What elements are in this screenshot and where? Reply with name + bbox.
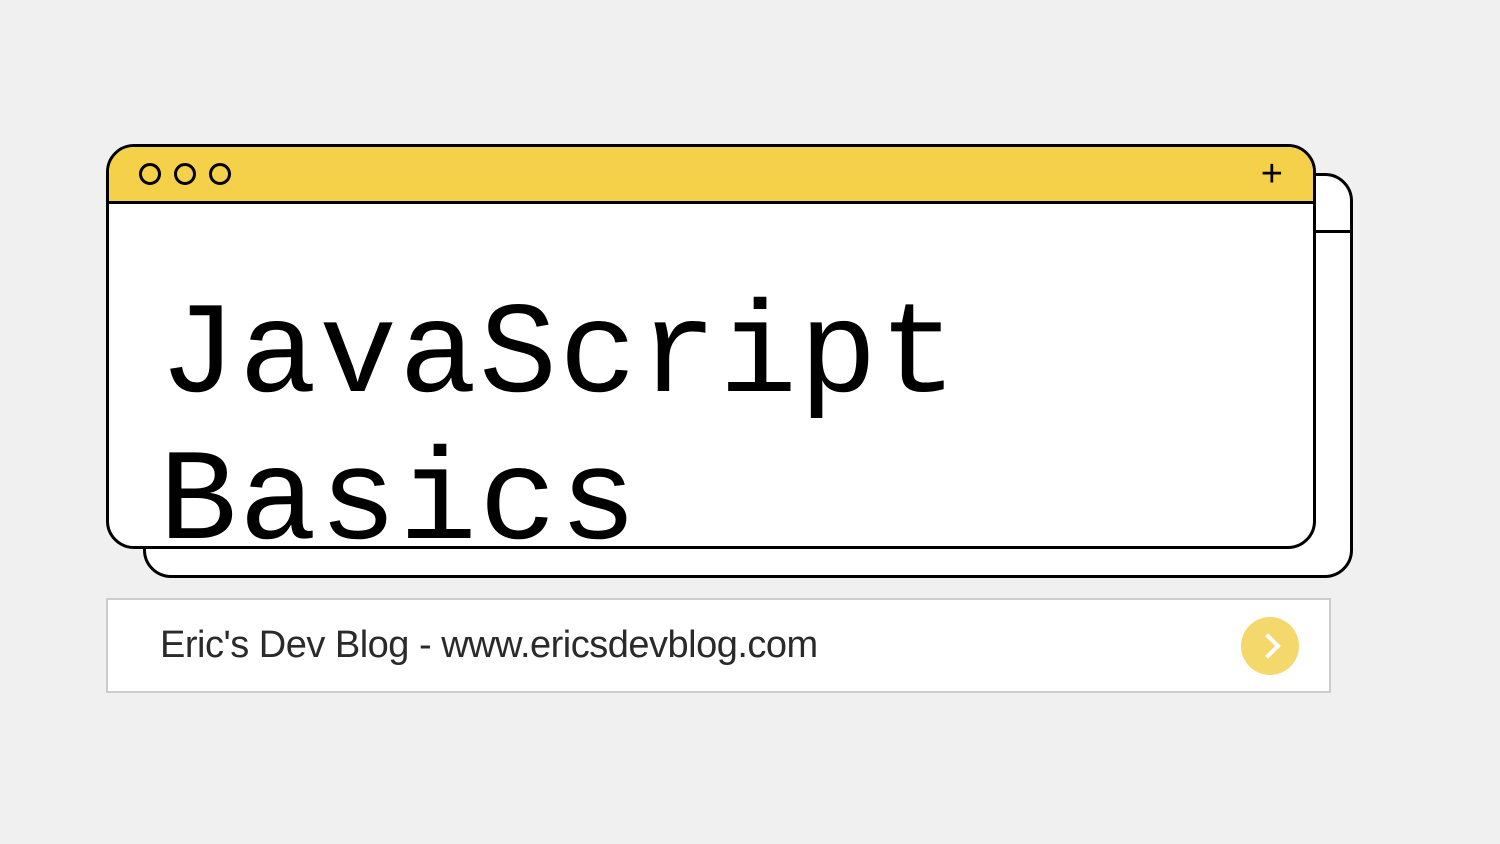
traffic-lights	[139, 163, 231, 185]
chevron-right-icon	[1255, 633, 1280, 658]
address-text: Eric's Dev Blog - www.ericsdevblog.com	[160, 624, 818, 667]
browser-window-front: + JavaScript Basics	[106, 144, 1316, 549]
address-bar: Eric's Dev Blog - www.ericsdevblog.com	[106, 598, 1331, 693]
maximize-icon[interactable]	[209, 163, 231, 185]
close-icon[interactable]	[139, 163, 161, 185]
page-title: JavaScript Basics	[159, 284, 1263, 549]
go-button[interactable]	[1241, 617, 1299, 675]
minimize-icon[interactable]	[174, 163, 196, 185]
window-content: JavaScript Basics	[109, 204, 1313, 549]
plus-icon[interactable]: +	[1261, 155, 1283, 193]
browser-titlebar: +	[109, 147, 1313, 204]
